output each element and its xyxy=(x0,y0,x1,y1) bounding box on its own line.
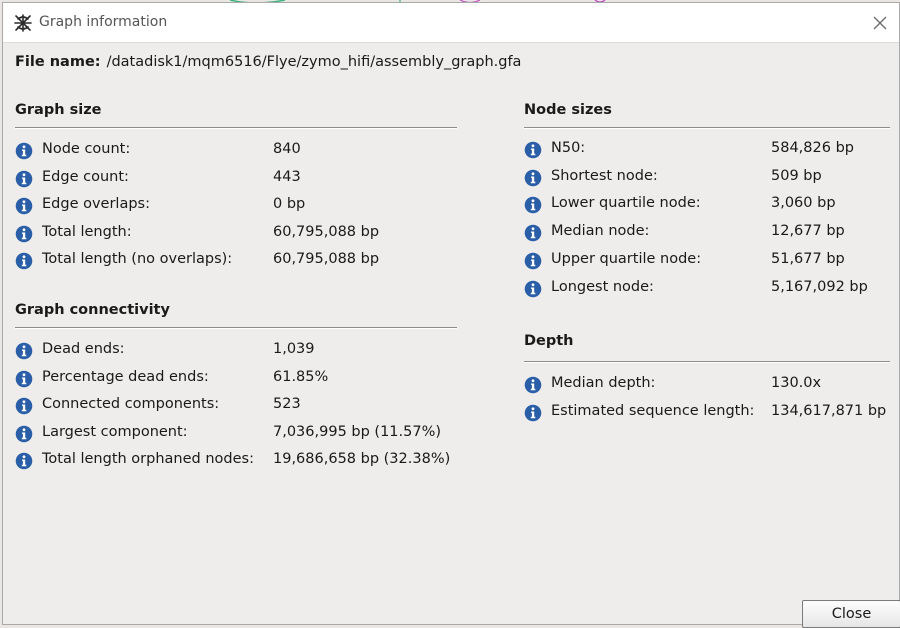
node-sizes-row: N50: 584,826 bp xyxy=(524,140,900,162)
info-icon[interactable] xyxy=(15,370,33,388)
graph-connectivity-row: Dead ends: 1,039 xyxy=(15,341,453,363)
stat-label: Estimated sequence length: xyxy=(551,403,755,419)
graph-connectivity-divider xyxy=(15,327,457,329)
graph-information-dialog: Graph information File name: /datadisk1/m… xyxy=(2,2,900,628)
stat-label: Dead ends: xyxy=(42,341,125,357)
info-icon[interactable] xyxy=(15,252,33,270)
depth-row: Estimated sequence length: 134,617,871 bp xyxy=(524,403,900,425)
info-icon[interactable] xyxy=(15,170,33,188)
close-icon[interactable] xyxy=(871,14,889,32)
depth-heading: Depth xyxy=(524,333,574,349)
stat-label: Node count: xyxy=(42,141,131,157)
stat-label: Largest component: xyxy=(42,424,188,440)
info-icon[interactable] xyxy=(15,225,33,243)
info-icon[interactable] xyxy=(524,169,542,187)
info-icon[interactable] xyxy=(15,452,33,470)
stat-value: 584,826 bp xyxy=(771,140,854,156)
stat-label: Edge overlaps: xyxy=(42,196,150,212)
stat-value: 19,686,658 bp (32.38%) xyxy=(273,451,451,467)
stat-value: 840 xyxy=(273,141,301,157)
info-icon[interactable] xyxy=(15,397,33,415)
depth-row: Median depth: 130.0x xyxy=(524,375,900,397)
stat-value: 3,060 bp xyxy=(771,195,836,211)
stat-value: 1,039 xyxy=(273,341,315,357)
node-sizes-row: Shortest node: 509 bp xyxy=(524,168,900,190)
node-sizes-row: Lower quartile node: 3,060 bp xyxy=(524,195,900,217)
stat-label: Upper quartile node: xyxy=(551,251,702,267)
stat-value: 0 bp xyxy=(273,196,306,212)
graph-size-heading: Graph size xyxy=(15,102,102,118)
stat-label: Total length orphaned nodes: xyxy=(42,451,254,467)
stat-label: Connected components: xyxy=(42,396,220,412)
depth-divider xyxy=(524,361,890,363)
stat-value: 134,617,871 bp xyxy=(771,403,887,419)
graph-connectivity-row: Connected components: 523 xyxy=(15,396,453,418)
file-name-label: File name: xyxy=(15,54,101,70)
stat-label: Median node: xyxy=(551,223,650,239)
stat-value: 5,167,092 bp xyxy=(771,279,868,295)
stat-label: Median depth: xyxy=(551,375,656,391)
node-sizes-row: Longest node: 5,167,092 bp xyxy=(524,279,900,301)
node-sizes-row: Median node: 12,677 bp xyxy=(524,223,900,245)
graph-size-row: Edge count: 443 xyxy=(15,169,453,191)
node-sizes-divider xyxy=(524,127,890,129)
graph-size-row: Node count: 840 xyxy=(15,141,453,163)
info-icon[interactable] xyxy=(524,224,542,242)
stat-label: Edge count: xyxy=(42,169,129,185)
graph-connectivity-row: Total length orphaned nodes: 19,686,658 b… xyxy=(15,451,453,473)
info-icon[interactable] xyxy=(15,342,33,360)
stat-value: 7,036,995 bp (11.57%) xyxy=(273,424,442,440)
info-icon[interactable] xyxy=(524,280,542,298)
graph-connectivity-heading: Graph connectivity xyxy=(15,302,170,318)
graph-connectivity-row: Percentage dead ends: 61.85% xyxy=(15,369,453,391)
stat-label: Lower quartile node: xyxy=(551,195,701,211)
file-name-row: File name: /datadisk1/mqm6516/Flye/zymo_h… xyxy=(15,54,521,70)
info-icon[interactable] xyxy=(15,425,33,443)
stat-value: 130.0x xyxy=(771,375,822,391)
stat-label: Total length (no overlaps): xyxy=(42,251,233,267)
info-icon[interactable] xyxy=(524,141,542,159)
info-icon[interactable] xyxy=(15,142,33,160)
bandage-app-icon xyxy=(14,14,32,32)
info-icon[interactable] xyxy=(524,196,542,214)
stat-value: 61.85% xyxy=(273,369,329,385)
window-title: Graph information xyxy=(39,14,168,30)
node-sizes-heading: Node sizes xyxy=(524,102,612,118)
graph-size-row: Total length (no overlaps): 60,795,088 bp xyxy=(15,251,453,273)
info-icon[interactable] xyxy=(15,197,33,215)
node-sizes-row: Upper quartile node: 51,677 bp xyxy=(524,251,900,273)
stat-value: 60,795,088 bp xyxy=(273,251,380,267)
info-icon[interactable] xyxy=(524,376,542,394)
stat-label: N50: xyxy=(551,140,586,156)
info-icon[interactable] xyxy=(524,252,542,270)
graph-size-row: Total length: 60,795,088 bp xyxy=(15,224,453,246)
stat-value: 443 xyxy=(273,169,301,185)
stat-value: 523 xyxy=(273,396,301,412)
close-button[interactable]: Close xyxy=(802,600,900,628)
title-bar: Graph information xyxy=(3,3,899,43)
graph-connectivity-row: Largest component: 7,036,995 bp (11.57%) xyxy=(15,424,453,446)
stat-value: 12,677 bp xyxy=(771,223,845,239)
graph-size-row: Edge overlaps: 0 bp xyxy=(15,196,453,218)
stat-label: Total length: xyxy=(42,224,132,240)
stat-value: 51,677 bp xyxy=(771,251,845,267)
stat-label: Longest node: xyxy=(551,279,654,295)
stat-value: 60,795,088 bp xyxy=(273,224,380,240)
file-name-value: /datadisk1/mqm6516/Flye/zymo_hifi/assemb… xyxy=(106,54,522,70)
stat-label: Shortest node: xyxy=(551,168,658,184)
info-icon[interactable] xyxy=(524,404,542,422)
stat-label: Percentage dead ends: xyxy=(42,369,209,385)
graph-size-divider xyxy=(15,127,457,129)
stat-value: 509 bp xyxy=(771,168,822,184)
